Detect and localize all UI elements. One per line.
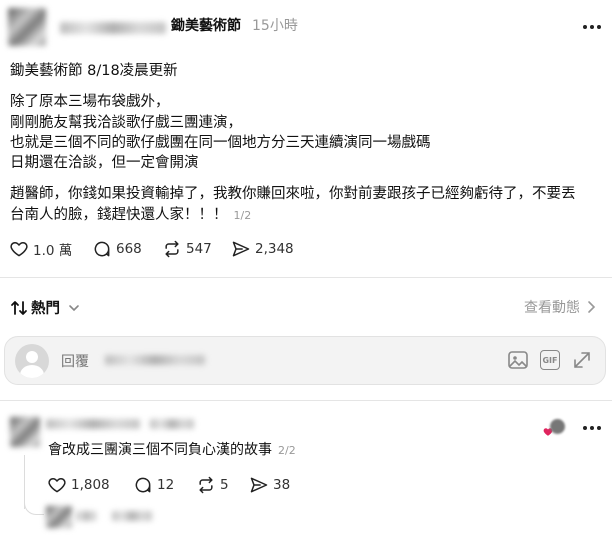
thread-curve bbox=[24, 500, 44, 515]
sort-label: 熱門 bbox=[31, 301, 60, 317]
like-count: 1.0 萬 bbox=[33, 243, 73, 259]
share-button[interactable]: 2,348 bbox=[231, 239, 294, 259]
view-activity-label: 查看動態 bbox=[524, 300, 580, 316]
gif-icon[interactable]: GIF bbox=[540, 350, 560, 370]
reply-placeholder[interactable]: 回覆 bbox=[61, 351, 89, 371]
comment-pager: 2/2 bbox=[278, 444, 296, 457]
comment-reply-button[interactable]: 12 bbox=[133, 475, 174, 495]
comment-like-count: 1,808 bbox=[71, 477, 110, 493]
divider bbox=[0, 400, 612, 401]
expand-icon[interactable] bbox=[571, 349, 593, 375]
comment-repost-button[interactable]: 5 bbox=[196, 475, 229, 495]
post-line: 剛剛脆友幫我洽談歌仔戲三團連演， bbox=[10, 115, 242, 131]
comment-text: 會改成三團演三個不同負心漢的故事 bbox=[48, 442, 272, 458]
post-pager: 1/2 bbox=[233, 209, 252, 222]
divider bbox=[0, 277, 612, 278]
commenter-handle-redacted[interactable] bbox=[46, 419, 140, 429]
repost-button[interactable]: 547 bbox=[162, 239, 212, 259]
gif-label: GIF bbox=[542, 355, 558, 365]
author-name[interactable]: 鋤美藝術節 bbox=[171, 15, 241, 37]
post-line: 日期還在洽談，但一定會開演 bbox=[10, 155, 199, 171]
comment-text-line: 會改成三團演三個不同負心漢的故事 2/2 bbox=[48, 439, 296, 462]
comment-like-button[interactable]: 1,808 bbox=[47, 475, 110, 495]
reply-target-redacted bbox=[105, 355, 205, 365]
liked-by-author-badge bbox=[543, 419, 565, 436]
comment-icon bbox=[135, 477, 151, 493]
repost-icon bbox=[165, 240, 179, 258]
post-line: 趙醫師，你錢如果投資輸掉了，我教你賺回來啦，你對前妻跟孩子已經夠虧待了，不要丟 bbox=[10, 186, 576, 202]
share-icon bbox=[250, 477, 268, 493]
post-line: 台南人的臉，錢趕快還人家！！！ 1/2 bbox=[10, 204, 251, 227]
share-count: 2,348 bbox=[255, 241, 294, 257]
image-icon[interactable] bbox=[507, 349, 529, 375]
repost-count: 547 bbox=[186, 241, 212, 257]
comment-reply-count: 12 bbox=[157, 477, 175, 493]
comment-count: 668 bbox=[116, 241, 142, 257]
heart-icon bbox=[48, 478, 66, 493]
reply-box[interactable]: 回覆 GIF bbox=[4, 336, 606, 385]
chevron-right-icon bbox=[588, 301, 596, 313]
nested-reply-handle-redacted[interactable] bbox=[76, 511, 96, 521]
nested-reply-avatar[interactable] bbox=[46, 506, 72, 528]
my-avatar bbox=[15, 344, 49, 378]
comment-repost-count: 5 bbox=[220, 477, 229, 493]
comment-more-icon[interactable] bbox=[582, 419, 602, 438]
comment-share-button[interactable]: 38 bbox=[249, 475, 290, 495]
comment-time-redacted bbox=[150, 419, 194, 429]
like-button[interactable]: 1.0 萬 bbox=[9, 239, 72, 259]
comment-button[interactable]: 668 bbox=[92, 239, 142, 259]
comment-share-count: 38 bbox=[273, 477, 291, 493]
post-line-title: 鋤美藝術節 8/18凌晨更新 bbox=[10, 63, 178, 79]
sort-dropdown[interactable]: 熱門 bbox=[10, 297, 81, 318]
post-line: 也就是三個不同的歌仔戲團在同一個地方分三天連續演同一場戲碼 bbox=[10, 135, 431, 151]
post-line-text: 台南人的臉，錢趕快還人家！！！ bbox=[10, 207, 228, 223]
commenter-avatar[interactable] bbox=[10, 417, 40, 447]
comment-icon bbox=[94, 241, 110, 257]
view-activity-link[interactable]: 查看動態 bbox=[524, 297, 596, 317]
author-avatar[interactable] bbox=[8, 8, 46, 46]
nested-reply-name-redacted bbox=[112, 511, 152, 521]
chevron-down-icon bbox=[69, 304, 79, 311]
heart-icon bbox=[10, 242, 28, 257]
post-line: 除了原本三場布袋戲外， bbox=[10, 94, 170, 110]
repost-icon bbox=[199, 476, 213, 494]
share-icon bbox=[232, 241, 250, 257]
more-icon[interactable] bbox=[582, 18, 602, 37]
author-handle-redacted[interactable] bbox=[60, 22, 166, 34]
post-time[interactable]: 15小時 bbox=[252, 15, 298, 37]
sort-icon bbox=[11, 300, 27, 315]
